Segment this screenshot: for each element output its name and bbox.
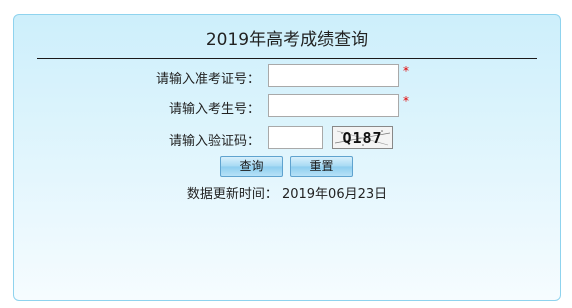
captcha-label: 请输入验证码： — [168, 134, 260, 149]
captcha-input[interactable] — [268, 126, 323, 149]
query-button[interactable]: 查询 — [220, 156, 283, 177]
exam-number-input[interactable] — [268, 64, 399, 87]
captcha-image[interactable]: Q187 — [332, 126, 393, 149]
page-title: 2019年高考成绩查询 — [205, 30, 369, 50]
candidate-number-required-mark: * — [403, 94, 409, 108]
exam-number-required-mark: * — [403, 64, 409, 78]
captcha-text: Q187 — [342, 129, 382, 147]
exam-number-label: 请输入准考证号： — [155, 72, 260, 87]
reset-button[interactable]: 重置 — [290, 156, 353, 177]
candidate-number-input[interactable] — [268, 94, 399, 117]
update-time-text: 数据更新时间： 2019年06月23日 — [186, 187, 388, 202]
query-panel: 2019年高考成绩查询 请输入准考证号： * 请输入考生号： * 请输入验证码：… — [13, 14, 561, 301]
title-divider — [37, 58, 537, 59]
candidate-number-label: 请输入考生号： — [168, 102, 260, 117]
